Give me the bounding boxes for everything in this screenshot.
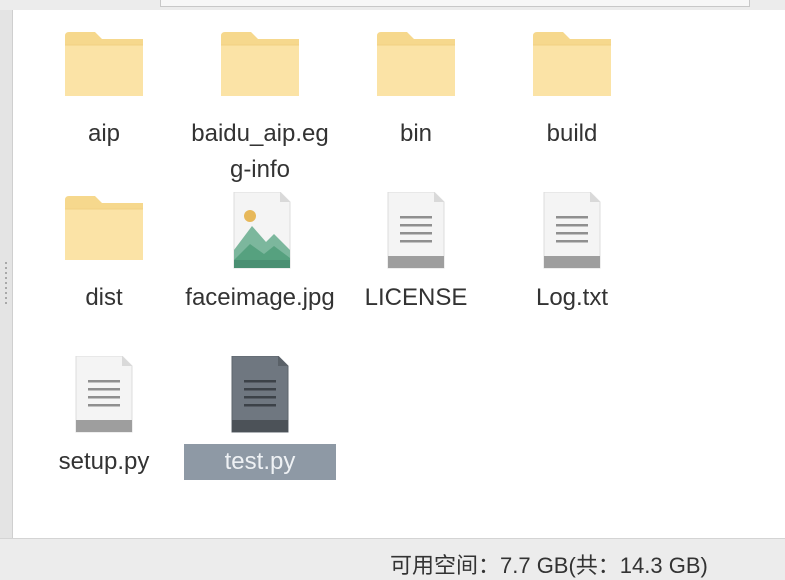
file-item-aip[interactable]: aip — [26, 28, 182, 152]
file-item-setup-py[interactable]: setup.py — [26, 356, 182, 480]
file-name: test.py — [184, 444, 336, 480]
file-name: aip — [87, 120, 121, 147]
text-file-icon — [220, 356, 300, 436]
file-item-faceimage-jpg[interactable]: faceimage.jpg — [182, 192, 338, 316]
resize-grip-icon[interactable] — [5, 262, 7, 306]
file-name: baidu_aip.egg-info — [191, 120, 329, 183]
file-item-log-txt[interactable]: Log.txt — [494, 192, 650, 316]
text-file-icon — [532, 192, 612, 272]
file-name: faceimage.jpg — [185, 284, 335, 311]
file-name: bin — [399, 120, 433, 147]
side-pane-divider[interactable] — [0, 10, 13, 538]
text-file-icon — [376, 192, 456, 272]
file-name: build — [546, 120, 598, 147]
file-name: Log.txt — [535, 284, 609, 311]
file-item-license[interactable]: LICENSE — [338, 192, 494, 316]
folder-icon — [64, 28, 144, 108]
location-field[interactable] — [160, 0, 750, 7]
file-item-dist[interactable]: dist — [26, 192, 182, 316]
folder-icon — [220, 28, 300, 108]
status-bar: 可用空间：7.7 GB(共：14.3 GB) — [0, 538, 785, 578]
text-file-icon — [64, 356, 144, 436]
free-space-label: 可用空间：7.7 GB(共：14.3 GB) — [390, 553, 708, 578]
file-item-bin[interactable]: bin — [338, 28, 494, 152]
file-name: dist — [85, 284, 123, 311]
folder-icon — [64, 192, 144, 272]
image-file-icon — [220, 192, 300, 272]
file-icon-view[interactable]: aip baidu_aip.egg-info bin build dist fa… — [13, 10, 785, 538]
file-name: LICENSE — [364, 284, 468, 311]
location-bar-area — [0, 0, 785, 10]
folder-icon — [376, 28, 456, 108]
file-item-build[interactable]: build — [494, 28, 650, 152]
folder-icon — [532, 28, 612, 108]
file-name: setup.py — [58, 448, 150, 475]
file-item-baidu-aip-egg-info[interactable]: baidu_aip.egg-info — [182, 28, 338, 188]
file-item-test-py[interactable]: test.py — [182, 356, 338, 480]
